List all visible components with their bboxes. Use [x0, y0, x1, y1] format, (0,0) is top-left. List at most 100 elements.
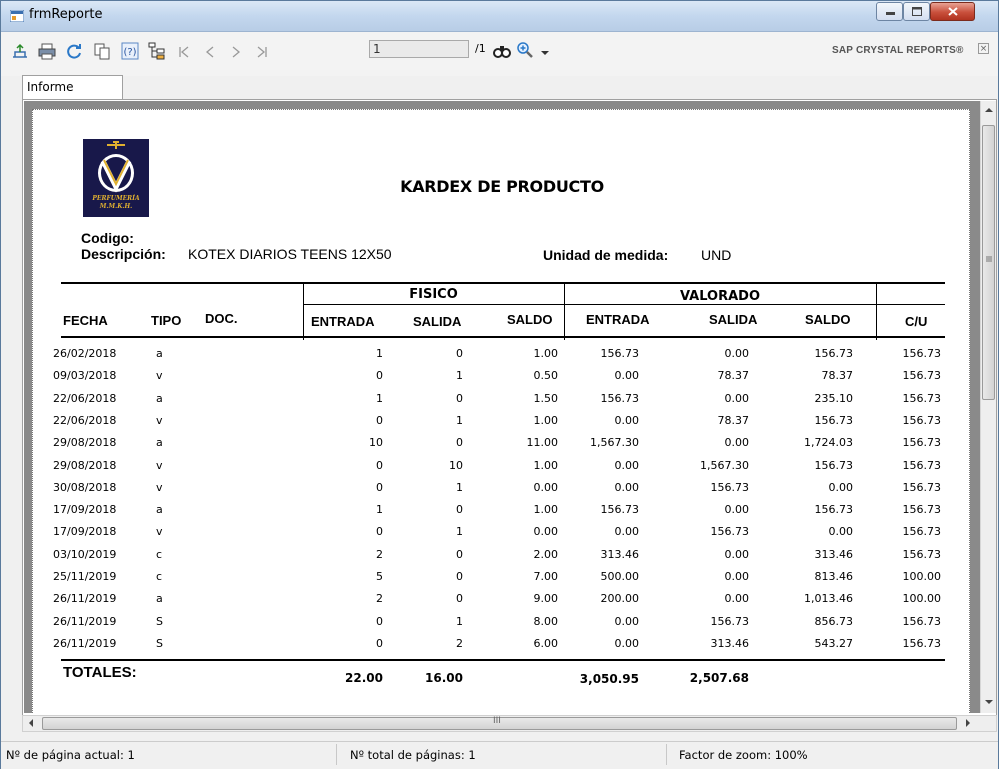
cell-f-saldo: 11.00	[526, 436, 559, 450]
minimize-button[interactable]	[876, 2, 903, 21]
cell-tipo: a	[156, 592, 163, 606]
cell-cu: 156.73	[902, 391, 942, 405]
cell-v-entrada: 156.73	[600, 347, 640, 360]
col-v-salida: SALIDA	[709, 312, 758, 327]
col-fecha: FECHA	[63, 313, 108, 328]
close-button[interactable]	[930, 2, 975, 21]
sap-brand: SAP CRYSTAL REPORTS®	[832, 45, 964, 56]
viewer-close-icon[interactable]: ×	[978, 43, 989, 54]
cell-tipo: c	[156, 570, 163, 583]
zoom-icon[interactable]	[516, 41, 534, 59]
cell-v-entrada: 1,567.30	[590, 436, 639, 450]
cell-f-salida: 0	[456, 503, 463, 517]
scroll-left-icon[interactable]	[28, 719, 34, 727]
col-f-entrada: ENTRADA	[311, 314, 375, 329]
cell-tipo: v	[156, 458, 163, 472]
cell-f-saldo: 0.00	[533, 480, 559, 494]
cell-f-saldo: 1.00	[533, 503, 559, 517]
cell-v-saldo: 1,013.46	[804, 592, 853, 606]
horizontal-scrollbar[interactable]: III	[22, 715, 997, 732]
next-page-icon[interactable]	[227, 43, 245, 61]
cell-tipo: a	[156, 436, 163, 450]
first-page-icon[interactable]	[175, 43, 193, 61]
svg-text:(?): (?)	[123, 47, 136, 58]
cell-f-entrada: 1	[376, 347, 383, 360]
toggle-panel-icon[interactable]: (?)	[121, 42, 139, 60]
page-number-input[interactable]: 1	[369, 40, 469, 58]
cell-f-saldo: 7.00	[533, 570, 559, 583]
cell-tipo: a	[156, 391, 163, 405]
scroll-down-icon[interactable]	[985, 699, 993, 705]
maximize-button[interactable]	[903, 2, 930, 21]
total-pages-label: /1	[475, 42, 486, 55]
total-v-salida: 2,507.68	[689, 671, 749, 685]
cell-v-saldo: 156.73	[814, 347, 854, 360]
cell-f-salida: 1	[456, 480, 463, 494]
cell-v-entrada: 0.00	[614, 413, 640, 427]
header-bottom-rule	[61, 336, 945, 338]
window-title: frmReporte	[29, 7, 103, 22]
cell-fecha: 17/09/2018	[53, 525, 117, 539]
cell-cu: 156.73	[902, 413, 942, 427]
codigo-label: Codigo:	[81, 230, 134, 246]
vertical-scroll-thumb[interactable]	[982, 125, 995, 400]
cell-tipo: S	[156, 636, 163, 650]
tab-informe-principal[interactable]: Informe principal	[22, 75, 123, 116]
cell-cu: 156.73	[902, 636, 942, 650]
cell-f-saldo: 9.00	[533, 592, 559, 606]
title-bar[interactable]: frmReporte	[1, 1, 998, 32]
cell-v-salida: 156.73	[710, 480, 750, 494]
unidad-value: UND	[701, 247, 732, 263]
col-tipo: TIPO	[151, 313, 182, 328]
cell-fecha: 30/08/2018	[53, 480, 117, 494]
last-page-icon[interactable]	[253, 43, 271, 61]
cell-cu: 156.73	[902, 503, 942, 517]
cell-f-salida: 1	[456, 369, 463, 383]
cell-f-entrada: 2	[376, 592, 383, 606]
page-area: PERFUMERÍA M.M.K.H. KARDEX DE PRODUCTO C…	[24, 101, 980, 713]
form-icon	[10, 10, 24, 22]
copy-icon[interactable]	[93, 42, 111, 60]
report-window: frmReporte (?) 1 /1 SAP CRYSTAL REPORTS®…	[0, 0, 999, 769]
unidad-label: Unidad de medida:	[543, 247, 669, 263]
previous-page-icon[interactable]	[201, 43, 219, 61]
logo-text: PERFUMERÍA M.M.K.H.	[92, 195, 140, 210]
cell-v-saldo: 543.27	[814, 636, 854, 650]
cell-v-entrada: 0.00	[614, 369, 640, 383]
col-f-salida: SALIDA	[413, 314, 462, 329]
vertical-scrollbar[interactable]	[980, 101, 996, 713]
cell-f-entrada: 0	[376, 636, 383, 650]
cell-tipo: v	[156, 480, 163, 494]
group-rule	[303, 304, 945, 305]
find-icon[interactable]	[493, 42, 511, 60]
zoom-status: Factor de zoom: 100%	[679, 748, 808, 762]
cell-f-saldo: 1.00	[533, 347, 559, 360]
cell-f-entrada: 0	[376, 413, 383, 427]
cell-f-saldo: 1.50	[533, 391, 559, 405]
col-v-entrada: ENTRADA	[586, 312, 650, 327]
group-tree-icon[interactable]	[148, 42, 166, 60]
totals-rule	[61, 659, 945, 661]
close-icon	[948, 7, 958, 16]
cell-f-saldo: 2.00	[533, 547, 559, 561]
refresh-icon[interactable]	[65, 42, 83, 60]
cell-f-salida: 1	[456, 614, 463, 628]
cell-v-salida: 0.00	[724, 347, 750, 360]
export-icon[interactable]	[11, 42, 29, 60]
cell-f-salida: 0	[456, 570, 463, 583]
cell-v-entrada: 200.00	[600, 592, 640, 606]
cell-f-entrada: 0	[376, 458, 383, 472]
cell-f-saldo: 6.00	[533, 636, 559, 650]
cell-v-entrada: 156.73	[600, 391, 640, 405]
horizontal-scroll-thumb[interactable]: III	[42, 716, 957, 730]
cell-f-salida: 0	[456, 547, 463, 561]
total-f-entrada: 22.00	[345, 671, 383, 685]
cell-v-entrada: 500.00	[600, 570, 640, 583]
cell-cu: 156.73	[902, 525, 942, 539]
scroll-up-icon[interactable]	[985, 107, 993, 113]
print-icon[interactable]	[38, 42, 56, 60]
scroll-right-icon[interactable]	[965, 719, 971, 727]
cell-f-salida: 0	[456, 347, 463, 360]
total-pages-status: Nº total de páginas: 1	[350, 748, 476, 762]
chevron-down-icon[interactable]	[537, 44, 555, 62]
